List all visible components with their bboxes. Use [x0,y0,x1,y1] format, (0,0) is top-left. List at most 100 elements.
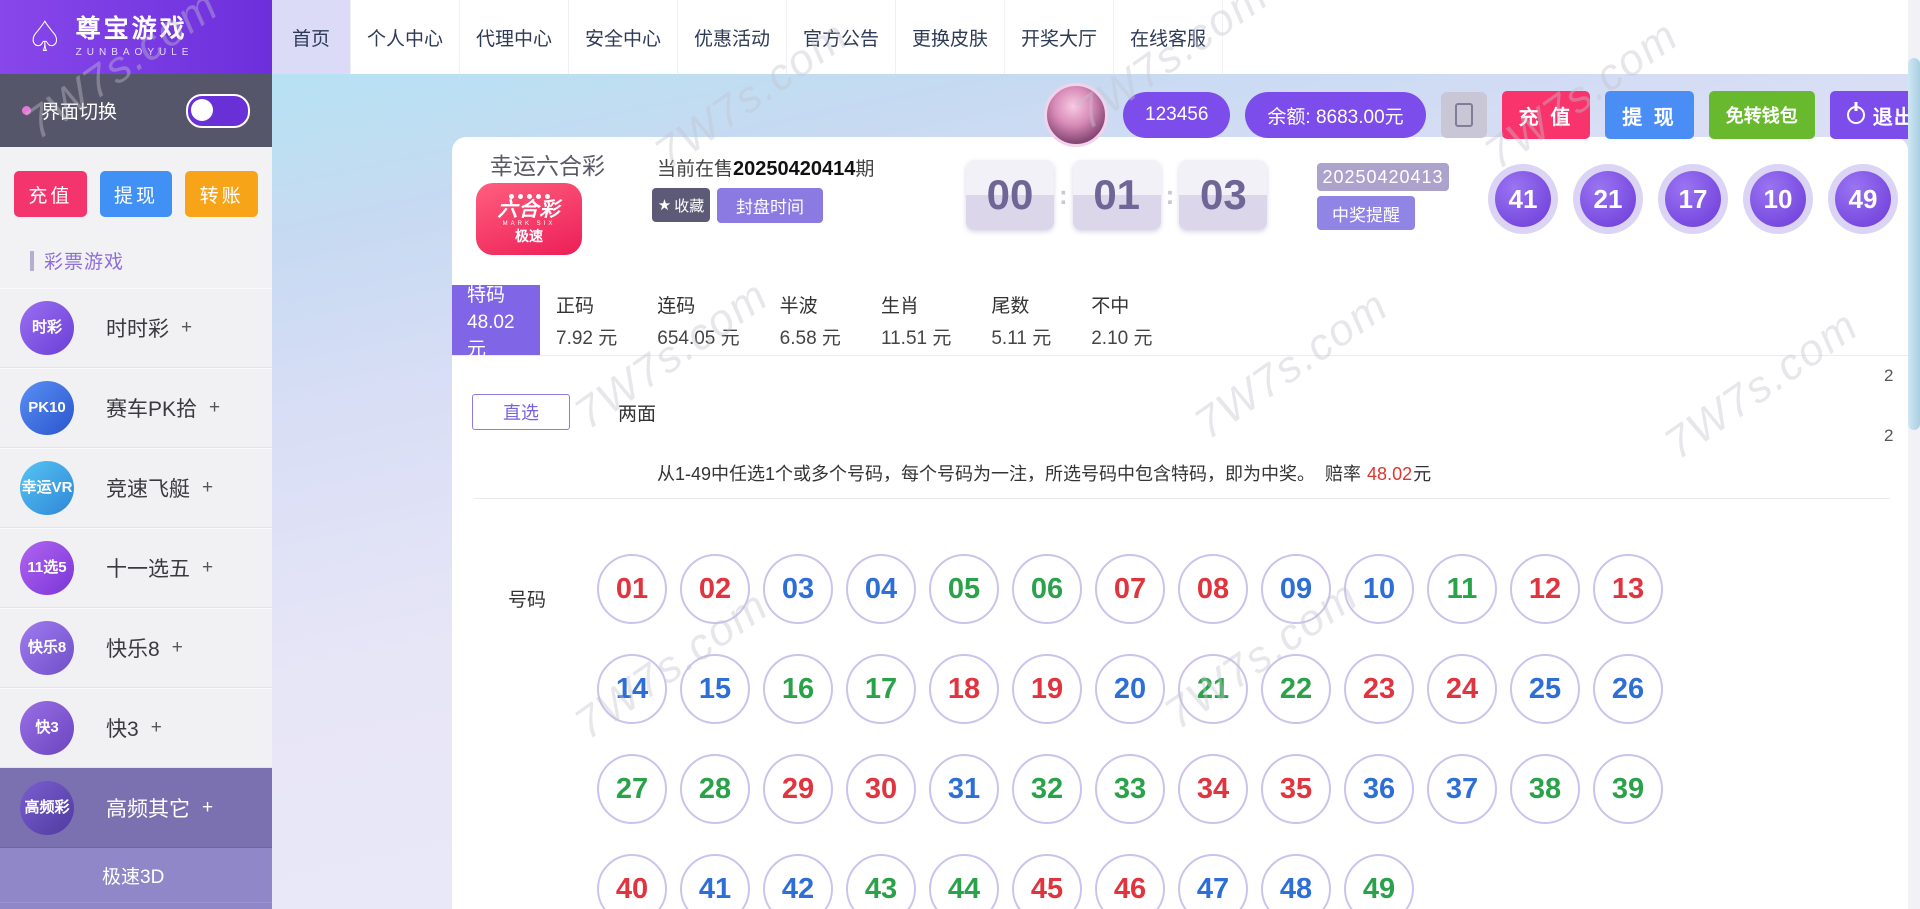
favorite-button[interactable]: ★收藏 [652,188,710,222]
number-ball-45[interactable]: 45 [1012,854,1082,909]
number-ball-47[interactable]: 47 [1178,854,1248,909]
number-ball-01[interactable]: 01 [597,554,667,624]
number-ball-32[interactable]: 32 [1012,754,1082,824]
close-time-button[interactable]: 封盘时间 [717,188,823,223]
odds-tab-label: 尾数 [991,291,1051,318]
game-item-label: 高频其它 [106,793,190,823]
expand-plus-icon: + [172,637,183,659]
number-ball-05[interactable]: 05 [929,554,999,624]
odds-tab-7[interactable]: 不中2.10 元 [1075,285,1176,355]
number-ball-12[interactable]: 12 [1510,554,1580,624]
odds-tab-5[interactable]: 生肖11.51 元 [865,285,975,355]
number-ball-15[interactable]: 15 [680,654,750,724]
scrollbar-thumb[interactable] [1908,58,1920,430]
number-ball-04[interactable]: 04 [846,554,916,624]
refresh-balance-button[interactable] [1441,92,1487,138]
number-ball-18[interactable]: 18 [929,654,999,724]
sidebar-game-item-7[interactable]: 高频彩高频其它+ [0,768,272,848]
nav-item-3[interactable]: 代理中心 [460,0,569,74]
number-ball-21[interactable]: 21 [1178,654,1248,724]
ui-switch-toggle[interactable] [186,94,250,128]
number-ball-38[interactable]: 38 [1510,754,1580,824]
sidebar-game-item-6[interactable]: 快3快3+ [0,688,272,768]
number-ball-43[interactable]: 43 [846,854,916,909]
tab-liangmian[interactable]: 两面 [618,399,656,426]
number-ball-37[interactable]: 37 [1427,754,1497,824]
nav-item-1[interactable]: 首页 [272,0,351,74]
number-ball-09[interactable]: 09 [1261,554,1331,624]
nav-item-7[interactable]: 更换皮肤 [896,0,1005,74]
sidebar-game-item-3[interactable]: 幸运VR竞速飞艇+ [0,448,272,528]
sidebar-subitem-2[interactable]: 澳门六合彩 [0,903,272,909]
tab-zhixuan[interactable]: 直选 [472,394,570,430]
number-ball-49[interactable]: 49 [1344,854,1414,909]
number-ball-28[interactable]: 28 [680,754,750,824]
number-ball-25[interactable]: 25 [1510,654,1580,724]
sidebar-game-item-1[interactable]: 时彩时时彩+ [0,288,272,368]
sidebar-action-1[interactable]: 充值 [14,171,87,217]
number-ball-29[interactable]: 29 [763,754,833,824]
number-ball-02[interactable]: 02 [680,554,750,624]
nav-item-5[interactable]: 优惠活动 [678,0,787,74]
number-ball-10[interactable]: 10 [1344,554,1414,624]
logout-button[interactable]: 退出 [1830,91,1920,139]
user-avatar[interactable] [1044,83,1108,147]
number-ball-14[interactable]: 14 [597,654,667,724]
odds-tab-2[interactable]: 正码7.92 元 [540,285,641,355]
number-ball-48[interactable]: 48 [1261,854,1331,909]
game-item-label: 十一选五 [106,553,190,583]
number-ball-27[interactable]: 27 [597,754,667,824]
number-ball-24[interactable]: 24 [1427,654,1497,724]
number-ball-07[interactable]: 07 [1095,554,1165,624]
description-text: 从1-49中任选1个或多个号码，每个号码为一注，所选号码中包含特码，即为中奖。 [657,464,1315,484]
sidebar-action-2[interactable]: 提现 [100,171,173,217]
odds-tab-4[interactable]: 半波6.58 元 [764,285,865,355]
number-ball-33[interactable]: 33 [1095,754,1165,824]
number-ball-03[interactable]: 03 [763,554,833,624]
sidebar-subitem-1[interactable]: 极速3D [0,848,272,903]
odds-tab-1[interactable]: 特码48.02 元 [452,285,540,355]
brand-logo-bar: ♤ 尊宝游戏 ZUNBAOYULE [0,0,272,74]
number-ball-31[interactable]: 31 [929,754,999,824]
nav-item-6[interactable]: 官方公告 [787,0,896,74]
number-ball-26[interactable]: 26 [1593,654,1663,724]
nav-item-9[interactable]: 在线客服 [1114,0,1223,74]
odds-tab-6[interactable]: 尾数5.11 元 [975,285,1075,355]
sidebar-game-item-2[interactable]: PK10赛车PK拾+ [0,368,272,448]
number-ball-06[interactable]: 06 [1012,554,1082,624]
issue-prefix: 当前在售 [657,159,733,180]
section-title-bar [30,251,34,271]
sidebar-game-item-4[interactable]: 11选5十一选五+ [0,528,272,608]
nav-item-2[interactable]: 个人中心 [351,0,460,74]
odds-tab-label: 特码 [467,280,525,307]
current-issue: 当前在售20250420414期 [657,154,874,181]
withdraw-button[interactable]: 提 现 [1605,91,1694,139]
odds-tab-3[interactable]: 连码654.05 元 [641,285,763,355]
number-ball-13[interactable]: 13 [1593,554,1663,624]
number-ball-36[interactable]: 36 [1344,754,1414,824]
number-ball-20[interactable]: 20 [1095,654,1165,724]
number-ball-19[interactable]: 19 [1012,654,1082,724]
number-ball-08[interactable]: 08 [1178,554,1248,624]
free-wallet-button[interactable]: 免转钱包 [1709,91,1815,139]
number-ball-11[interactable]: 11 [1427,554,1497,624]
number-ball-40[interactable]: 40 [597,854,667,909]
number-ball-44[interactable]: 44 [929,854,999,909]
sidebar-game-item-5[interactable]: 快乐8快乐8+ [0,608,272,688]
number-ball-41[interactable]: 41 [680,854,750,909]
number-ball-35[interactable]: 35 [1261,754,1331,824]
win-notice-button[interactable]: 中奖提醒 [1317,196,1415,230]
recharge-button[interactable]: 充 值 [1502,91,1591,139]
number-ball-16[interactable]: 16 [763,654,833,724]
nav-item-8[interactable]: 开奖大厅 [1005,0,1114,74]
number-ball-23[interactable]: 23 [1344,654,1414,724]
number-ball-39[interactable]: 39 [1593,754,1663,824]
number-ball-30[interactable]: 30 [846,754,916,824]
nav-item-4[interactable]: 安全中心 [569,0,678,74]
sidebar-action-3[interactable]: 转账 [185,171,258,217]
number-ball-42[interactable]: 42 [763,854,833,909]
number-ball-17[interactable]: 17 [846,654,916,724]
number-ball-46[interactable]: 46 [1095,854,1165,909]
number-ball-34[interactable]: 34 [1178,754,1248,824]
number-ball-22[interactable]: 22 [1261,654,1331,724]
